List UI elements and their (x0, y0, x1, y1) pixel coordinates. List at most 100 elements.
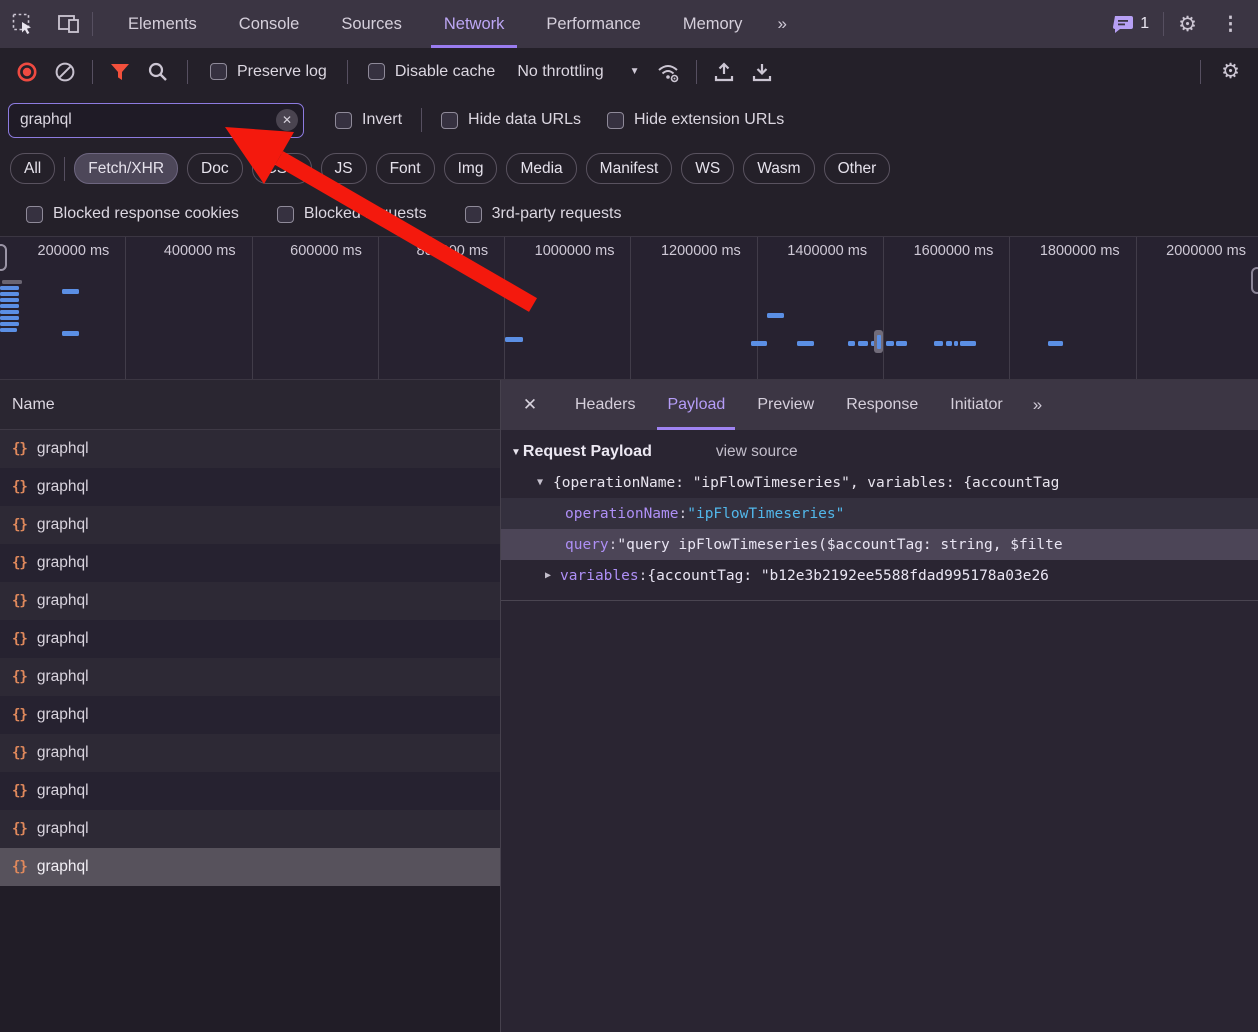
payload-property-operationName[interactable]: operationName: "ipFlowTimeseries" (501, 498, 1258, 529)
chip-css[interactable]: CSS (252, 153, 312, 184)
request-row[interactable]: {}graphql (0, 810, 500, 848)
timeline-tick: 400000 ms (126, 237, 252, 379)
name-column-header[interactable]: Name (0, 380, 500, 430)
request-row[interactable]: {}graphql (0, 696, 500, 734)
throttling-dropdown[interactable]: No throttling ▼ (507, 63, 649, 81)
chip-fetch-xhr[interactable]: Fetch/XHR (74, 153, 178, 184)
clear-network-log-icon[interactable] (46, 55, 84, 89)
collapsed-triangle-icon[interactable]: ▶ (545, 570, 551, 581)
request-row[interactable]: {}graphql (0, 658, 500, 696)
chip-manifest[interactable]: Manifest (586, 153, 673, 184)
request-timing-bar (1048, 341, 1063, 346)
divider (1163, 12, 1164, 36)
overview-right-handle[interactable] (1251, 267, 1258, 294)
disable-cache-checkbox[interactable] (368, 63, 385, 80)
disable-cache-toggle[interactable]: Disable cache (356, 63, 508, 81)
tab-network[interactable]: Network (423, 0, 526, 48)
payload-property-variables[interactable]: ▶variables: {accountTag: "b12e3b2192ee55… (501, 560, 1258, 591)
chip-media[interactable]: Media (506, 153, 576, 184)
invert-checkbox[interactable] (335, 112, 352, 129)
blocked-response-cookies-toggle[interactable]: Blocked response cookies (14, 205, 251, 223)
details-tab-initiator[interactable]: Initiator (934, 380, 1018, 430)
chip-ws[interactable]: WS (681, 153, 734, 184)
checkbox[interactable] (277, 206, 294, 223)
filter-input[interactable]: graphql ✕ (8, 103, 304, 138)
payload-root-node[interactable]: ▼ {operationName: "ipFlowTimeseries", va… (501, 467, 1258, 498)
clear-filter-icon[interactable]: ✕ (276, 109, 298, 131)
preserve-log-checkbox[interactable] (210, 63, 227, 80)
tab-elements[interactable]: Elements (107, 0, 218, 48)
chip-all[interactable]: All (10, 153, 55, 184)
issues-counter[interactable]: 1 (1103, 15, 1159, 34)
details-tabstrip: ✕ HeadersPayloadPreviewResponseInitiator… (501, 380, 1258, 430)
colon: : (639, 568, 648, 584)
request-row[interactable]: {}graphql (0, 430, 500, 468)
close-details-icon[interactable]: ✕ (501, 380, 559, 430)
hide-extension-urls-label: Hide extension URLs (634, 111, 784, 129)
tab-console[interactable]: Console (218, 0, 321, 48)
request-timing-bar (505, 337, 523, 342)
request-name: graphql (37, 630, 89, 648)
import-har-icon[interactable] (705, 55, 743, 89)
network-overview-timeline[interactable]: 200000 ms400000 ms600000 ms800000 ms1000… (0, 236, 1258, 380)
network-toolbar: Preserve log Disable cache No throttling… (0, 48, 1258, 95)
request-row[interactable]: {}graphql (0, 506, 500, 544)
request-row[interactable]: {}graphql (0, 734, 500, 772)
chip-wasm[interactable]: Wasm (743, 153, 814, 184)
details-more-tabs-icon[interactable]: » (1019, 380, 1054, 430)
checkbox-label: 3rd-party requests (492, 205, 622, 223)
network-settings-gear-icon[interactable]: ⚙ (1211, 59, 1250, 84)
3rd-party-requests-toggle[interactable]: 3rd-party requests (453, 205, 634, 223)
request-row[interactable]: {}graphql (0, 582, 500, 620)
request-row[interactable]: {}graphql (0, 620, 500, 658)
hide-data-urls-checkbox[interactable] (441, 112, 458, 129)
record-network-log-button[interactable] (8, 55, 46, 89)
request-timing-bar (0, 298, 19, 302)
checkbox[interactable] (26, 206, 43, 223)
issues-count: 1 (1140, 15, 1149, 33)
view-source-link[interactable]: view source (716, 443, 798, 461)
request-row[interactable]: {}graphql (0, 544, 500, 582)
overview-left-handle[interactable] (0, 244, 7, 271)
kebab-menu-icon[interactable]: ⋮ (1211, 13, 1250, 36)
details-tab-headers[interactable]: Headers (559, 380, 651, 430)
chip-img[interactable]: Img (444, 153, 498, 184)
details-tab-payload[interactable]: Payload (651, 380, 741, 430)
timeline-tick: 800000 ms (379, 237, 505, 379)
export-har-icon[interactable] (743, 55, 781, 89)
hide-data-urls-toggle[interactable]: Hide data URLs (428, 111, 594, 129)
search-icon[interactable] (139, 55, 177, 89)
request-timing-bar (2, 280, 22, 284)
network-conditions-icon[interactable] (650, 55, 688, 89)
request-row[interactable]: {}graphql (0, 468, 500, 506)
payload-property-query[interactable]: query: "query ipFlowTimeseries($accountT… (501, 529, 1258, 560)
details-tab-preview[interactable]: Preview (741, 380, 830, 430)
invert-toggle[interactable]: Invert (322, 111, 415, 129)
details-tab-response[interactable]: Response (830, 380, 934, 430)
checkbox[interactable] (465, 206, 482, 223)
disable-cache-label: Disable cache (395, 63, 496, 81)
tab-memory[interactable]: Memory (662, 0, 764, 48)
request-row[interactable]: {}graphql (0, 772, 500, 810)
chip-doc[interactable]: Doc (187, 153, 243, 184)
request-timing-bar (0, 328, 17, 332)
more-tabs-icon[interactable]: » (763, 0, 798, 48)
chip-font[interactable]: Font (376, 153, 435, 184)
hide-extension-urls-toggle[interactable]: Hide extension URLs (594, 111, 797, 129)
hide-extension-urls-checkbox[interactable] (607, 112, 624, 129)
collapse-triangle-icon[interactable]: ▼ (511, 447, 521, 458)
tab-performance[interactable]: Performance (525, 0, 661, 48)
request-type-filter-chips: All Fetch/XHR Doc CSS JS Font Img Media Manifest… (0, 145, 1258, 192)
expanded-triangle-icon[interactable]: ▼ (537, 477, 543, 488)
chip-js[interactable]: JS (321, 153, 367, 184)
device-toolbar-icon[interactable] (46, 0, 92, 48)
tab-sources[interactable]: Sources (320, 0, 423, 48)
blocked-requests-toggle[interactable]: Blocked requests (265, 205, 439, 223)
invert-label: Invert (362, 111, 402, 129)
settings-gear-icon[interactable]: ⚙ (1168, 12, 1207, 37)
filter-funnel-icon[interactable] (101, 55, 139, 89)
request-row[interactable]: {}graphql (0, 848, 500, 886)
inspect-element-icon[interactable] (0, 0, 46, 48)
chip-other[interactable]: Other (824, 153, 891, 184)
preserve-log-toggle[interactable]: Preserve log (198, 63, 339, 81)
